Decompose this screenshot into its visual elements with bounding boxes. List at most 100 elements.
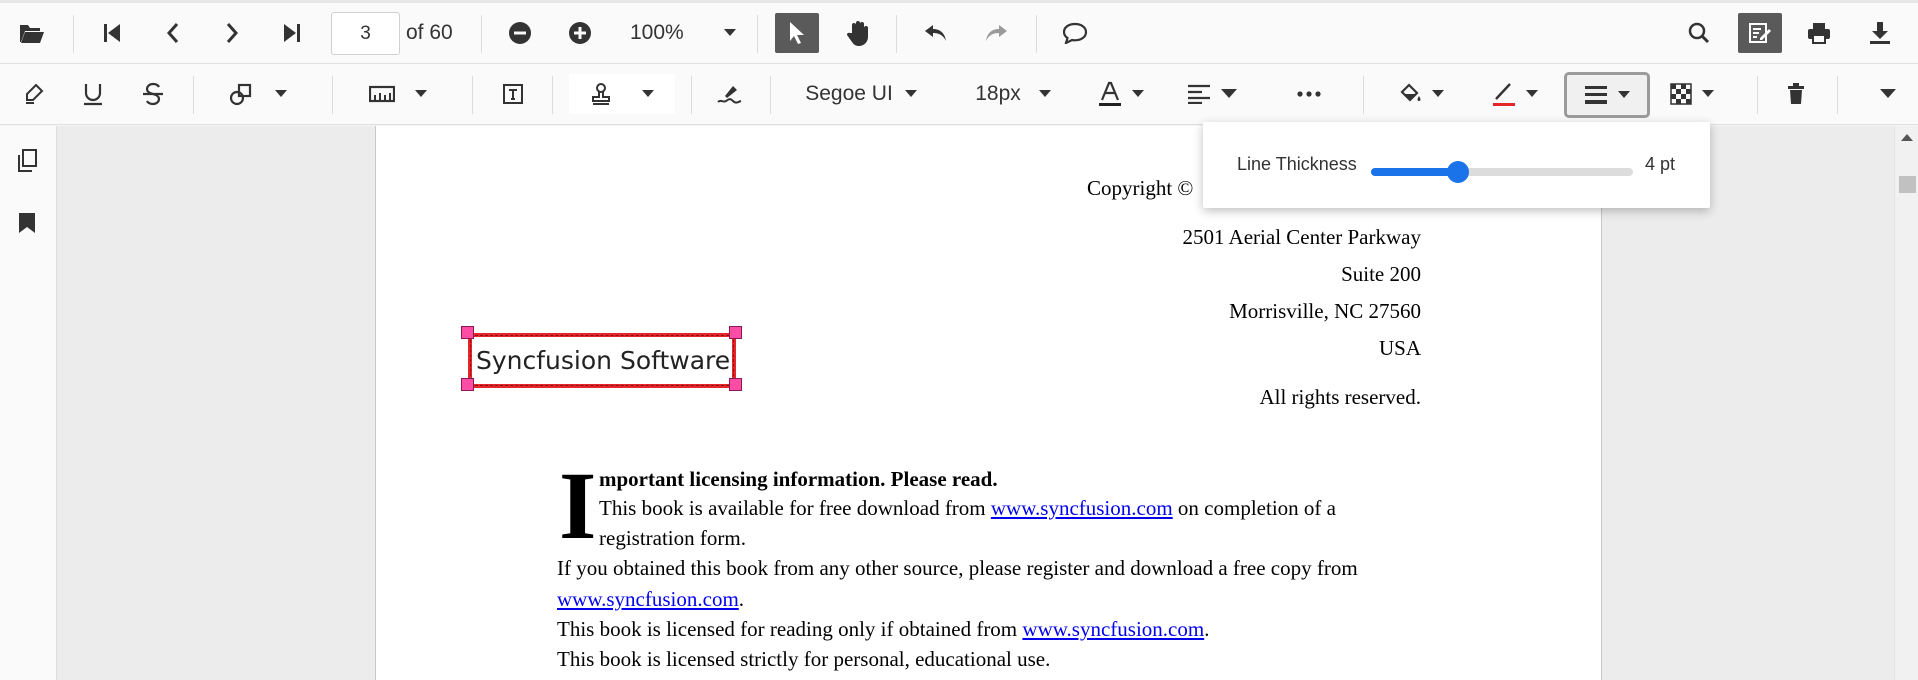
stroke-color-dropdown[interactable] xyxy=(1492,74,1538,114)
licensing-heading: mportant licensing information. Please r… xyxy=(599,467,998,491)
paragraph-line: This book is available for free download… xyxy=(599,496,1336,520)
underline-button[interactable] xyxy=(73,74,113,114)
toolbar-separator xyxy=(691,76,692,114)
page-thumbnails-icon xyxy=(18,149,37,172)
toolbar-separator xyxy=(73,15,74,53)
drop-cap: I xyxy=(559,452,597,559)
print-button[interactable] xyxy=(1799,13,1839,53)
pdf-page[interactable]: Copyright © 2501 Aerial Center Parkway S… xyxy=(375,126,1602,680)
more-options-button[interactable] xyxy=(1289,74,1329,114)
underline-icon xyxy=(84,84,102,106)
line-thickness-dropdown[interactable] xyxy=(1564,72,1650,118)
toolbar-collapse-button[interactable] xyxy=(1868,74,1908,114)
previous-page-icon xyxy=(166,23,179,43)
line-thickness-slider[interactable] xyxy=(1371,161,1633,183)
toolbar-collapse-icon xyxy=(1880,89,1896,98)
opacity-dropdown[interactable] xyxy=(1670,74,1714,114)
folder-open-icon xyxy=(20,25,44,43)
resize-handle-top-left[interactable] xyxy=(461,326,474,339)
paragraph-text: This book is available for free download… xyxy=(599,496,986,520)
fill-color-icon xyxy=(1400,83,1421,102)
chevron-down-icon xyxy=(723,29,736,36)
font-size-value: 18px xyxy=(975,82,1021,105)
undo-button[interactable] xyxy=(916,13,956,53)
edit-annotation-icon xyxy=(1749,23,1771,43)
opacity-icon xyxy=(1670,83,1692,105)
zoom-out-button[interactable] xyxy=(500,13,540,53)
stamp-icon xyxy=(592,83,610,105)
document-viewer[interactable]: Copyright © 2501 Aerial Center Parkway S… xyxy=(57,126,1894,680)
toolbar-separator xyxy=(896,15,897,53)
paragraph-line: www.syncfusion.com. xyxy=(557,587,744,611)
resize-handle-top-right[interactable] xyxy=(729,326,742,339)
shape-icon xyxy=(229,83,252,106)
comment-icon xyxy=(1062,22,1088,44)
rights-line: All rights reserved. xyxy=(1259,385,1421,409)
font-family-value: Segoe UI xyxy=(805,82,893,105)
more-options-icon xyxy=(1297,91,1321,97)
text-align-dropdown[interactable] xyxy=(1187,74,1237,114)
next-page-button[interactable] xyxy=(212,13,252,53)
chevron-down-icon xyxy=(415,90,427,97)
page-count-label: of 60 xyxy=(406,21,453,44)
search-icon xyxy=(1688,22,1710,44)
undo-icon xyxy=(925,25,946,41)
toolbar-separator xyxy=(757,15,758,53)
measure-dropdown[interactable] xyxy=(369,74,427,114)
vertical-scrollbar[interactable] xyxy=(1894,126,1918,680)
pan-tool-button[interactable] xyxy=(838,13,878,53)
scroll-up-arrow-icon[interactable] xyxy=(1901,134,1913,141)
font-color-dropdown[interactable] xyxy=(1098,74,1144,114)
edit-annotation-button[interactable] xyxy=(1738,13,1782,53)
zoom-dropdown[interactable]: 100% xyxy=(630,13,736,53)
free-text-button[interactable] xyxy=(493,74,533,114)
toolbar-separator xyxy=(552,76,553,114)
download-button[interactable] xyxy=(1860,13,1900,53)
stroke-color-icon xyxy=(1493,83,1515,106)
slider-handle[interactable] xyxy=(1447,161,1470,183)
font-family-dropdown[interactable]: Segoe UI xyxy=(791,74,931,114)
page-thumbnails-button[interactable] xyxy=(12,146,42,176)
search-button[interactable] xyxy=(1679,13,1719,53)
chevron-down-icon xyxy=(1132,90,1144,97)
toolbar-separator xyxy=(481,15,482,53)
zoom-in-icon xyxy=(569,22,591,44)
free-text-annotation[interactable]: Syncfusion Software xyxy=(468,333,736,388)
next-page-icon xyxy=(226,23,239,43)
highlight-icon xyxy=(26,83,44,104)
redo-button[interactable] xyxy=(976,13,1016,53)
font-size-dropdown[interactable]: 18px xyxy=(968,74,1058,114)
last-page-button[interactable] xyxy=(272,13,312,53)
paragraph-text: . xyxy=(1204,617,1210,641)
toolbar-separator xyxy=(1363,76,1364,114)
syncfusion-link[interactable]: www.syncfusion.com xyxy=(1022,617,1204,641)
bookmarks-button[interactable] xyxy=(12,208,42,238)
stamp-dropdown[interactable] xyxy=(569,74,675,114)
strikethrough-button[interactable] xyxy=(133,74,173,114)
resize-handle-bottom-left[interactable] xyxy=(461,378,474,391)
previous-page-button[interactable] xyxy=(153,13,193,53)
signature-button[interactable] xyxy=(710,74,750,114)
syncfusion-link[interactable]: www.syncfusion.com xyxy=(557,587,739,611)
zoom-in-button[interactable] xyxy=(560,13,600,53)
open-file-button[interactable] xyxy=(12,13,52,53)
line-thickness-label: Line Thickness xyxy=(1237,154,1357,174)
shapes-dropdown[interactable] xyxy=(229,74,287,114)
fill-color-dropdown[interactable] xyxy=(1400,74,1444,114)
add-comment-button[interactable] xyxy=(1055,13,1095,53)
zoom-out-icon xyxy=(509,22,531,44)
text-align-icon xyxy=(1188,84,1210,104)
chevron-down-icon xyxy=(1526,90,1538,97)
first-page-button[interactable] xyxy=(92,13,132,53)
syncfusion-link[interactable]: www.syncfusion.com xyxy=(991,496,1173,520)
scroll-thumb[interactable] xyxy=(1899,176,1916,193)
highlight-button[interactable] xyxy=(14,74,54,114)
measure-icon xyxy=(369,85,395,103)
font-color-icon xyxy=(1099,81,1121,106)
delete-annotation-button[interactable] xyxy=(1776,74,1816,114)
zoom-value: 100% xyxy=(630,21,684,44)
resize-handle-bottom-right[interactable] xyxy=(729,378,742,391)
toolbar-separator xyxy=(193,76,194,114)
selection-tool-button[interactable] xyxy=(775,13,819,53)
current-page-input[interactable] xyxy=(331,12,400,55)
